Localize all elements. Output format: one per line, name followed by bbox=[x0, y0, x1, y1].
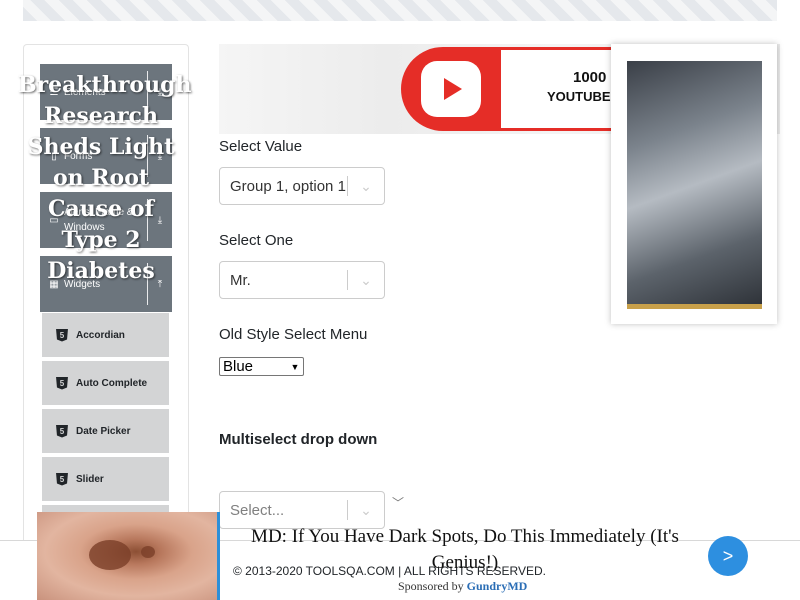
select-one-label: Select One bbox=[219, 232, 294, 249]
sidebar-item-label: Accordian bbox=[76, 329, 125, 341]
html5-icon: 5 bbox=[56, 376, 68, 390]
top-pattern-band bbox=[23, 0, 777, 21]
ad-accent-bar bbox=[627, 304, 762, 309]
select-one-current: Mr. bbox=[230, 271, 251, 289]
dropdown-arrow-icon: ▼ bbox=[290, 361, 300, 372]
multiselect-placeholder: Select... bbox=[230, 501, 285, 519]
sidebar-item-accordian[interactable]: 5 Accordian bbox=[41, 312, 170, 358]
side-ad-card[interactable] bbox=[611, 44, 777, 324]
select-value-label: Select Value bbox=[219, 138, 303, 155]
chevron-down-icon[interactable]: ⌄ bbox=[348, 272, 384, 289]
chevron-down-icon: ﹀ bbox=[392, 496, 405, 510]
sidebar-item-label: Date Picker bbox=[76, 425, 131, 437]
old-style-select-value: Blue bbox=[223, 358, 254, 375]
skin-spot bbox=[89, 540, 131, 570]
side-ad-image bbox=[627, 61, 762, 309]
sponsored-prefix: Sponsored by bbox=[398, 579, 464, 593]
bottom-ad-headline[interactable]: MD: If You Have Dark Spots, Do This Imme… bbox=[230, 524, 700, 576]
play-icon bbox=[444, 78, 462, 100]
chevron-down-icon[interactable]: ⌄ bbox=[348, 502, 384, 519]
sidebar-item-auto-complete[interactable]: 5 Auto Complete bbox=[41, 360, 170, 406]
youtube-logo-icon bbox=[421, 61, 481, 117]
html5-icon: 5 bbox=[56, 424, 68, 438]
next-ad-button[interactable]: > bbox=[708, 536, 748, 576]
html5-icon: 5 bbox=[56, 472, 68, 486]
banner-count-text: 1000 bbox=[573, 69, 607, 86]
sidebar-item-date-picker[interactable]: 5 Date Picker bbox=[41, 408, 170, 454]
select-value-dropdown[interactable]: Group 1, option 1 ⌄ bbox=[219, 167, 385, 205]
skin-spot bbox=[141, 546, 155, 558]
select-one-dropdown[interactable]: Mr. ⌄ bbox=[219, 261, 385, 299]
sidebar-item-label: Auto Complete bbox=[76, 377, 148, 389]
multiselect-label: Multiselect drop down bbox=[219, 431, 378, 448]
sponsor-line: Sponsored by GundryMD bbox=[398, 579, 527, 594]
html5-icon: 5 bbox=[56, 328, 68, 342]
old-style-select-label: Old Style Select Menu bbox=[219, 326, 368, 343]
sidebar-item-label: Slider bbox=[76, 473, 104, 485]
sidebar-item-slider[interactable]: 5 Slider bbox=[41, 456, 170, 502]
sponsor-link[interactable]: GundryMD bbox=[467, 579, 528, 593]
bottom-ad-image[interactable] bbox=[37, 512, 220, 600]
old-style-select[interactable]: Blue ▼ bbox=[219, 357, 304, 376]
select-value-current: Group 1, option 1 bbox=[230, 177, 346, 195]
chevron-down-icon[interactable]: ⌄ bbox=[348, 178, 384, 195]
side-ad-title[interactable]: Breakthrough Research Sheds Light on Roo… bbox=[18, 70, 191, 287]
